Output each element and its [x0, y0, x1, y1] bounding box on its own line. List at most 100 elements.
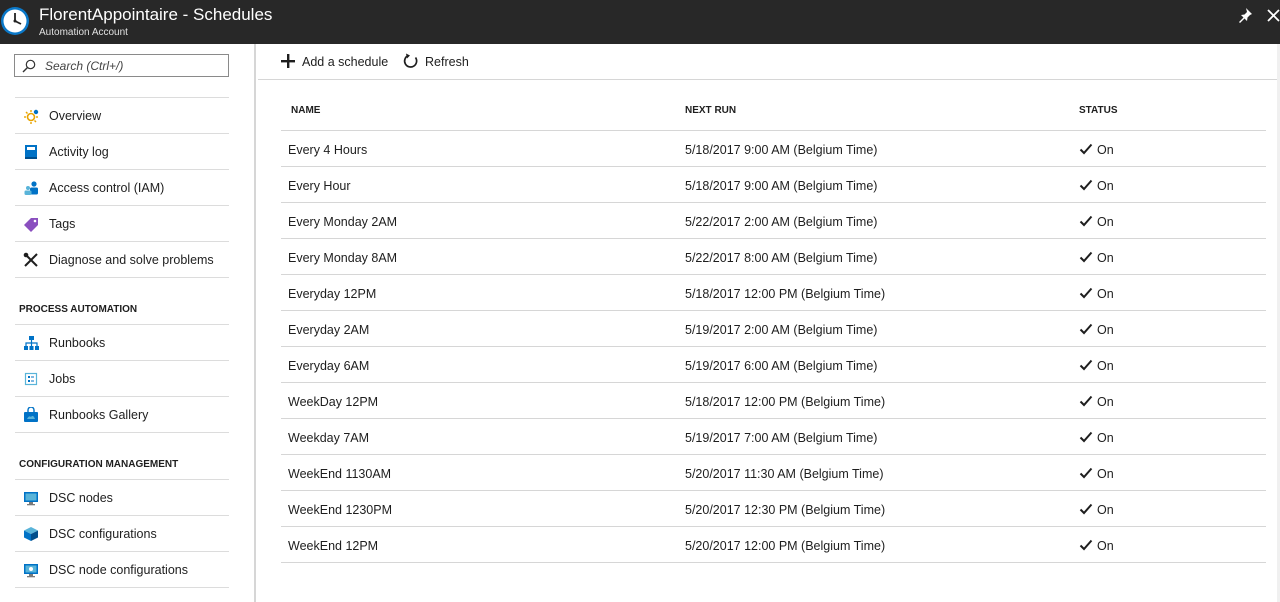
schedule-name[interactable]: Everyday 2AM [288, 323, 369, 337]
column-header-name[interactable]: NAME [291, 105, 320, 116]
close-icon[interactable] [1266, 5, 1280, 23]
status-label: On [1097, 431, 1114, 445]
toolbar: Add a schedule Refresh [258, 44, 1280, 80]
checkmark-icon [1079, 143, 1093, 155]
schedule-next-run: 5/19/2017 7:00 AM (Belgium Time) [685, 431, 878, 445]
schedule-name[interactable]: WeekEnd 12PM [288, 539, 378, 553]
status-label: On [1097, 539, 1114, 553]
sidebar-item-dsc-node-configurations[interactable]: DSC node configurations [15, 552, 229, 588]
status-label: On [1097, 179, 1114, 193]
log-book-icon [25, 145, 37, 159]
title-bar: FlorentAppointaire - Schedules Automatio… [0, 0, 1280, 44]
pin-icon[interactable] [1237, 7, 1253, 23]
search-box[interactable] [14, 54, 229, 77]
schedule-name[interactable]: WeekEnd 1230PM [288, 503, 392, 517]
table-row[interactable]: Weekday 7AM 5/19/2017 7:00 AM (Belgium Ti… [281, 419, 1266, 455]
status-label: On [1097, 287, 1114, 301]
column-header-next-run[interactable]: NEXT RUN [685, 105, 736, 116]
table-row[interactable]: Everyday 6AM 5/19/2017 6:00 AM (Belgium T… [281, 347, 1266, 383]
schedule-name[interactable]: Every Hour [288, 179, 351, 193]
schedule-name[interactable]: Everyday 12PM [288, 287, 376, 301]
schedule-status: On [1079, 465, 1139, 483]
monitor-icon [24, 492, 38, 506]
hierarchy-icon [24, 336, 39, 350]
gallery-bag-icon [24, 407, 38, 422]
sidebar-item-label: DSC configurations [49, 527, 157, 541]
schedule-name[interactable]: Every 4 Hours [288, 143, 367, 157]
status-label: On [1097, 143, 1114, 157]
status-label: On [1097, 251, 1114, 265]
sidebar-item-label: Runbooks [49, 336, 106, 350]
sidebar-item-access-control[interactable]: Access control (IAM) [15, 170, 229, 206]
status-label: On [1097, 215, 1114, 229]
schedule-name[interactable]: Weekday 7AM [288, 431, 369, 445]
table-row[interactable]: Every 4 Hours 5/18/2017 9:00 AM (Belgium … [281, 131, 1266, 167]
sidebar-item-tags[interactable]: Tags [15, 206, 229, 242]
table-row[interactable]: Every Monday 8AM 5/22/2017 8:00 AM (Belgi… [281, 239, 1266, 275]
sidebar-item-dsc-nodes[interactable]: DSC nodes [15, 480, 229, 516]
schedule-name[interactable]: Every Monday 2AM [288, 215, 397, 229]
search-input[interactable] [45, 57, 223, 74]
list-icon [24, 372, 38, 386]
refresh-button[interactable]: Refresh [403, 52, 473, 72]
sidebar-item-activity-log[interactable]: Activity log [15, 134, 229, 170]
schedule-status: On [1079, 141, 1139, 159]
table-row[interactable]: Everyday 2AM 5/19/2017 2:00 AM (Belgium T… [281, 311, 1266, 347]
plus-icon [281, 54, 295, 68]
schedule-next-run: 5/20/2017 11:30 AM (Belgium Time) [685, 467, 884, 481]
sidebar-item-label: Overview [49, 109, 102, 123]
schedule-name[interactable]: Everyday 6AM [288, 359, 369, 373]
checkmark-icon [1079, 503, 1093, 515]
checkmark-icon [1079, 179, 1093, 191]
schedule-status: On [1079, 321, 1139, 339]
table-row[interactable]: WeekEnd 12PM 5/20/2017 12:00 PM (Belgium … [281, 527, 1266, 563]
tag-icon [24, 218, 38, 232]
sidebar-item-dsc-configurations[interactable]: DSC configurations [15, 516, 229, 552]
table-row[interactable]: WeekEnd 1130AM 5/20/2017 11:30 AM (Belgiu… [281, 455, 1266, 491]
table-row[interactable]: Everyday 12PM 5/18/2017 12:00 PM (Belgium… [281, 275, 1266, 311]
add-schedule-button[interactable]: Add a schedule [280, 52, 390, 72]
page-subtitle: Automation Account [39, 27, 128, 38]
gear-sun-icon [24, 109, 39, 124]
sidebar-item-runbooks-gallery[interactable]: Runbooks Gallery [15, 397, 229, 433]
sidebar-item-label: Access control (IAM) [49, 181, 165, 195]
schedule-name[interactable]: Every Monday 8AM [288, 251, 397, 265]
schedule-next-run: 5/19/2017 2:00 AM (Belgium Time) [685, 323, 878, 337]
schedule-status: On [1079, 213, 1139, 231]
sidebar-item-jobs[interactable]: Jobs [15, 361, 229, 397]
checkmark-icon [1079, 395, 1093, 407]
add-schedule-label: Add a schedule [302, 55, 389, 69]
schedule-next-run: 5/18/2017 9:00 AM (Belgium Time) [685, 143, 878, 157]
schedule-status: On [1079, 501, 1139, 519]
search-icon [22, 59, 36, 73]
sidebar-item-label: Runbooks Gallery [49, 408, 149, 422]
table-row[interactable]: WeekEnd 1230PM 5/20/2017 12:30 PM (Belgiu… [281, 491, 1266, 527]
users-icon [24, 181, 38, 195]
schedule-status: On [1079, 285, 1139, 303]
table-header: NAME NEXT RUN STATUS [281, 94, 1266, 131]
table-row[interactable]: WeekDay 12PM 5/18/2017 12:00 PM (Belgium … [281, 383, 1266, 419]
status-label: On [1097, 467, 1114, 481]
sidebar-item-label: Diagnose and solve problems [49, 253, 214, 267]
sidebar-item-overview[interactable]: Overview [15, 98, 229, 134]
schedule-status: On [1079, 177, 1139, 195]
checkmark-icon [1079, 431, 1093, 443]
schedule-next-run: 5/22/2017 8:00 AM (Belgium Time) [685, 251, 878, 265]
sidebar-item-diagnose[interactable]: Diagnose and solve problems [15, 242, 229, 278]
schedule-status: On [1079, 393, 1139, 411]
checkmark-icon [1079, 215, 1093, 227]
column-header-status[interactable]: STATUS [1079, 105, 1118, 116]
status-label: On [1097, 395, 1114, 409]
table-row[interactable]: Every Hour 5/18/2017 9:00 AM (Belgium Tim… [281, 167, 1266, 203]
refresh-icon [403, 53, 418, 68]
schedule-status: On [1079, 357, 1139, 375]
schedule-name[interactable]: WeekEnd 1130AM [288, 467, 391, 481]
schedule-name[interactable]: WeekDay 12PM [288, 395, 378, 409]
schedule-next-run: 5/18/2017 12:00 PM (Belgium Time) [685, 395, 886, 409]
sidebar-item-label: DSC nodes [49, 491, 113, 505]
schedule-next-run: 5/19/2017 6:00 AM (Belgium Time) [685, 359, 878, 373]
table-row[interactable]: Every Monday 2AM 5/22/2017 2:00 AM (Belgi… [281, 203, 1266, 239]
sidebar-item-runbooks[interactable]: Runbooks [15, 325, 229, 361]
monitor-config-icon [24, 564, 38, 578]
checkmark-icon [1079, 539, 1093, 551]
